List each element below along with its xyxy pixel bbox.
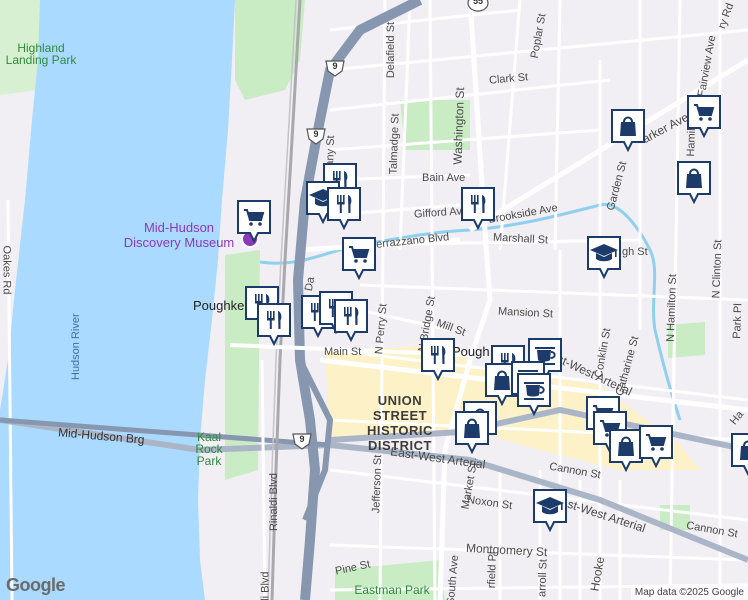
rinaldi-blvd-label-2: di Blvd bbox=[259, 571, 272, 600]
poughkeepsie-label-center: Pough bbox=[452, 344, 490, 359]
route-9-shield-bottom: 9 bbox=[291, 432, 313, 450]
restaurant-marker-3[interactable] bbox=[460, 186, 496, 230]
grocery-marker-3[interactable] bbox=[686, 94, 722, 138]
route-9-shield-mid: 9 bbox=[305, 127, 327, 145]
grocery-marker-2[interactable] bbox=[341, 236, 377, 280]
grocery-icon bbox=[639, 425, 673, 468]
grocery-icon bbox=[237, 200, 271, 243]
da-st-label: Da bbox=[302, 276, 318, 292]
grocery-marker-1[interactable] bbox=[236, 199, 272, 243]
talmadge-st-label: Talmadge St bbox=[387, 113, 402, 175]
restaurant-icon bbox=[461, 187, 495, 230]
shopping-icon bbox=[611, 109, 645, 152]
grocery-icon bbox=[342, 237, 376, 280]
shopping-marker-1[interactable] bbox=[610, 108, 646, 152]
shopping-marker-2[interactable] bbox=[676, 160, 712, 204]
washington-st-label: Washington St bbox=[450, 86, 468, 166]
jefferson-st-label: Jefferson St bbox=[370, 454, 385, 514]
cafe-icon bbox=[517, 373, 551, 416]
restaurant-icon bbox=[327, 187, 361, 230]
school-icon bbox=[533, 489, 567, 532]
map-attribution[interactable]: Map data ©2025 Google bbox=[630, 585, 748, 600]
eastman-park-label: Eastman Park bbox=[354, 583, 430, 597]
school-marker-2[interactable] bbox=[586, 235, 622, 279]
main-st-label: Main St bbox=[324, 346, 362, 358]
kaal-rock-park-label: Kaal Rock Park bbox=[195, 430, 223, 468]
restaurant-marker-5[interactable] bbox=[256, 302, 292, 346]
hudson-river-label: Hudson River bbox=[70, 313, 82, 380]
n-hamilton-st-label: N Hamilton St bbox=[664, 273, 680, 343]
highland-park-label: Highland Landing Park bbox=[5, 41, 77, 67]
garfield-pl-label: rfield Pl bbox=[485, 551, 499, 589]
shopping-marker-5[interactable] bbox=[454, 410, 490, 454]
shopping-marker-7[interactable] bbox=[730, 432, 748, 476]
delafield-st-label: Delafield St bbox=[385, 21, 398, 79]
route-55-shield: 55 bbox=[467, 0, 489, 12]
carroll-st-label: arroll St bbox=[536, 558, 550, 598]
restaurant-icon bbox=[421, 338, 455, 381]
route-9-shield-top: 9 bbox=[324, 59, 346, 77]
restaurant-marker-9[interactable] bbox=[420, 337, 456, 381]
school-icon bbox=[587, 236, 621, 279]
n-clinton-st-label: N Clinton St bbox=[710, 239, 725, 299]
park-pl-label: Park Pl bbox=[731, 303, 745, 339]
oakes-rd-label: Oakes Rd bbox=[0, 245, 13, 295]
igh-st-label: gh St bbox=[622, 246, 648, 258]
grocery-marker-6[interactable] bbox=[638, 424, 674, 468]
school-marker-3[interactable] bbox=[532, 488, 568, 532]
poughkeepsie-label-left: Poughke bbox=[193, 298, 245, 313]
shopping-icon bbox=[731, 433, 748, 476]
restaurant-marker-2[interactable] bbox=[326, 186, 362, 230]
map-canvas[interactable]: 9 9 9 55 Highland Landing Park Mid-Hudso… bbox=[0, 0, 748, 600]
shopping-icon bbox=[677, 161, 711, 204]
restaurant-marker-8[interactable] bbox=[333, 298, 369, 342]
restaurant-icon bbox=[334, 299, 368, 342]
shopping-icon bbox=[455, 411, 489, 454]
restaurant-icon bbox=[257, 303, 291, 346]
cafe-marker-3[interactable] bbox=[516, 372, 552, 416]
google-logo: Google bbox=[6, 575, 66, 595]
mid-hudson-museum-label[interactable]: Mid-Hudson Discovery Museum bbox=[114, 220, 244, 250]
grocery-icon bbox=[687, 95, 721, 138]
bain-ave-label: Bain Ave bbox=[422, 172, 466, 184]
union-street-district-label: UNION STREET HISTORIC DISTRICT bbox=[367, 393, 433, 453]
rinaldi-blvd-label-1: Rinaldi Blvd bbox=[268, 472, 281, 532]
